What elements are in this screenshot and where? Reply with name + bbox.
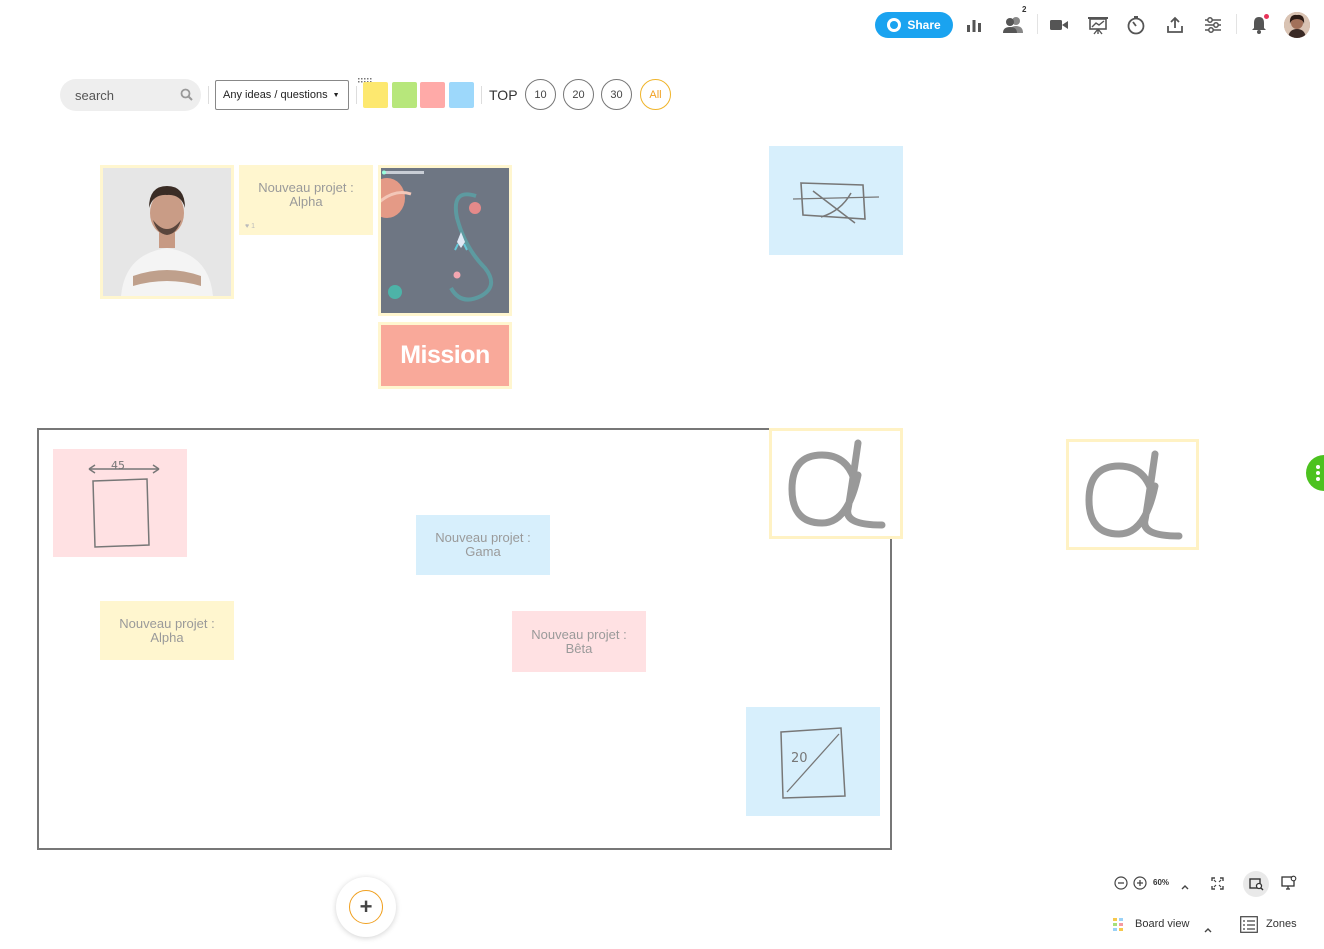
chevron-up-icon[interactable] (1180, 878, 1190, 896)
notification-dot (1264, 14, 1269, 19)
filter-divider (481, 86, 482, 104)
top-30-button[interactable]: 30 (601, 79, 632, 110)
note-text: Nouveau projet : Gama (435, 530, 531, 559)
color-filter-yellow[interactable] (363, 82, 388, 108)
zones-label[interactable]: Zones (1266, 918, 1297, 930)
sketch-note-blue[interactable] (769, 146, 903, 255)
sketch-note-pink[interactable]: 45 (53, 449, 187, 557)
note-alpha-bottom[interactable]: Nouveau projet : Alpha (100, 601, 234, 660)
note-alpha-top[interactable]: Nouveau projet : Alpha ♥ 1 (239, 165, 373, 235)
photo-card[interactable] (100, 165, 234, 299)
zoom-level[interactable]: 60% (1153, 878, 1169, 887)
board-search-icon[interactable] (1243, 871, 1269, 897)
zoom-in-icon[interactable] (1133, 876, 1147, 895)
top-all-button[interactable]: All (640, 79, 671, 110)
settings-icon[interactable] (1201, 13, 1225, 37)
participants-icon[interactable] (1001, 13, 1025, 37)
board-view-label[interactable]: Board view (1135, 918, 1189, 930)
zones-list-icon[interactable] (1240, 916, 1258, 938)
search-input[interactable] (73, 86, 177, 104)
space-illustration (381, 168, 509, 313)
sketch-number-label: 20 (791, 751, 808, 766)
screen-settings-icon[interactable] (1281, 875, 1297, 895)
like-count: 1 (251, 223, 256, 230)
ideas-filter-value: Any ideas / questions (223, 89, 328, 101)
alpha-symbol (788, 439, 886, 528)
space-image-card[interactable] (378, 165, 512, 316)
mission-text: Mission (400, 341, 490, 369)
globe-icon (887, 18, 902, 32)
fullscreen-icon[interactable] (1211, 877, 1224, 895)
dot-icon (1316, 471, 1320, 475)
search-icon[interactable] (180, 88, 193, 106)
color-filter-green[interactable] (392, 82, 417, 108)
export-icon[interactable] (1163, 13, 1187, 37)
alpha-symbol (1084, 450, 1182, 539)
ideas-filter-select[interactable]: Any ideas / questions ▼ (215, 80, 349, 110)
sketch-drawing (792, 181, 880, 224)
filter-divider (208, 86, 209, 104)
like-icon[interactable]: ♥ 1 (245, 223, 255, 230)
dot-icon (1316, 465, 1320, 469)
mission-image-card[interactable]: Mission (378, 322, 512, 389)
stats-icon[interactable] (962, 13, 986, 37)
user-avatar[interactable] (1284, 12, 1310, 38)
plus-icon: + (349, 890, 383, 924)
toolbar-divider (1236, 14, 1237, 34)
color-filter-pink[interactable] (420, 82, 445, 108)
sketch-number-label: 45 (111, 459, 125, 472)
zoom-out-icon[interactable] (1114, 876, 1128, 895)
color-filter-blue[interactable] (449, 82, 474, 108)
timer-icon[interactable] (1124, 13, 1148, 37)
participants-count-badge: 2 (1022, 5, 1027, 14)
top-10-button[interactable]: 10 (525, 79, 556, 110)
top-20-button[interactable]: 20 (563, 79, 594, 110)
square-sketch: 20 (780, 726, 846, 799)
toolbar-divider (1037, 14, 1038, 34)
presentation-icon[interactable] (1086, 13, 1110, 37)
dropdown-arrow-icon: ▼ (332, 91, 340, 99)
note-text: Nouveau projet : Bêta (531, 626, 627, 656)
board-view-icon[interactable] (1113, 918, 1127, 937)
alpha-symbol-card[interactable] (1066, 439, 1199, 550)
chevron-up-icon[interactable] (1203, 921, 1213, 939)
top-label: TOP (489, 87, 518, 103)
dot-icon (1316, 477, 1320, 481)
box-sketch: 45 (88, 459, 160, 548)
sketch-note-blue-2[interactable]: 20 (746, 707, 880, 816)
note-text: Nouveau projet : Alpha (119, 615, 215, 645)
note-text: Nouveau projet : Alpha (258, 180, 354, 209)
side-panel-toggle[interactable] (1306, 455, 1324, 491)
note-gama[interactable]: Nouveau projet : Gama (416, 515, 550, 575)
video-icon[interactable] (1047, 13, 1071, 37)
filter-divider (356, 86, 357, 104)
share-label: Share (907, 18, 941, 32)
person-photo (103, 168, 231, 296)
share-button[interactable]: Share (875, 12, 953, 38)
mission-banner: Mission (381, 325, 509, 386)
alpha-symbol-card[interactable] (769, 428, 903, 539)
note-beta[interactable]: Nouveau projet : Bêta (512, 611, 646, 672)
add-item-button[interactable]: + (336, 877, 396, 937)
